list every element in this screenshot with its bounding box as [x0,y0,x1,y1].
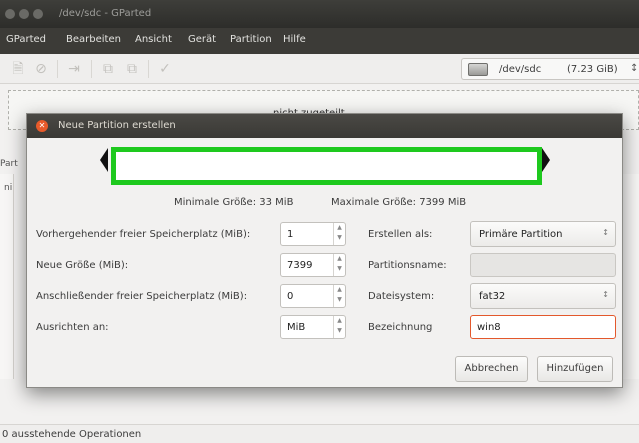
free-before-spinner[interactable]: 1 ▲ ▼ [280,222,346,246]
window-title: /dev/sdc - GParted [59,8,152,19]
spinner-arrows-icon[interactable]: ▲ ▼ [333,254,345,276]
cancel-button[interactable]: Abbrechen [455,356,528,382]
spinner-arrows-icon[interactable]: ▲ ▼ [333,223,345,245]
free-after-label: Anschließender freier Speicherplatz (MiB… [36,291,248,302]
chevron-updown-icon: ↕ [602,290,609,299]
free-after-value: 0 [287,291,294,302]
partition-list-column: ni [4,183,13,193]
free-before-label: Vorhergehender freier Speicherplatz (MiB… [36,229,251,240]
add-button[interactable]: Hinzufügen [537,356,613,382]
toolbar-separator [57,60,58,78]
chevron-updown-icon: ↕ [602,228,609,237]
fs-label-label: Bezeichnung [368,322,433,333]
filesystem-label: Dateisystem: [368,291,435,302]
window-maximize-button[interactable] [33,9,43,19]
device-selector[interactable]: /dev/sdc (7.23 GiB) ↕ [461,58,639,80]
menu-partition[interactable]: Partition [230,34,272,45]
chevron-updown-icon: ↕ [630,63,639,74]
toolbar-separator [91,60,92,78]
window-close-button[interactable] [5,9,15,19]
status-bar: 0 ausstehende Operationen [0,424,639,443]
status-text: 0 ausstehende Operationen [2,429,142,440]
apply-icon[interactable]: ✓ [157,61,173,77]
create-as-label: Erstellen als: [368,229,433,240]
fs-label-field[interactable]: win8 [470,315,616,339]
new-size-value: 7399 [287,260,313,271]
dialog-title: Neue Partition erstellen [58,120,176,131]
menu-gparted[interactable]: GParted [6,34,46,45]
new-size-spinner[interactable]: 7399 ▲ ▼ [280,253,346,277]
close-icon[interactable]: ✕ [36,120,48,132]
new-partition-dialog: ✕ Neue Partition erstellen Minimale Größ… [26,113,623,388]
device-label: /dev/sdc [499,64,542,75]
create-as-value: Primäre Partition [479,229,563,240]
window-minimize-button[interactable] [19,9,29,19]
free-after-spinner[interactable]: 0 ▲ ▼ [280,284,346,308]
resize-left-handle[interactable] [100,148,108,172]
free-before-value: 1 [287,229,294,240]
spinner-arrows-icon[interactable]: ▲ ▼ [333,285,345,307]
partition-name-label: Partitionsname: [368,260,447,271]
align-value: MiB [287,322,306,333]
min-size-label: Minimale Größe: 33 MiB [174,197,294,208]
title-bar: /dev/sdc - GParted [0,0,639,28]
paste-icon[interactable]: ⧉ [124,61,140,77]
delete-icon[interactable]: ⊘ [33,61,49,77]
align-select[interactable]: MiB ▲ ▼ [280,315,346,339]
align-label: Ausrichten an: [36,322,109,333]
filesystem-value: fat32 [479,291,506,302]
new-size-label: Neue Größe (MiB): [36,260,129,271]
dialog-title-bar: ✕ Neue Partition erstellen [27,114,622,138]
menu-edit[interactable]: Bearbeiten [66,34,121,45]
device-size: (7.23 GiB) [567,64,618,75]
filesystem-select[interactable]: fat32 ↕ [470,283,616,309]
partition-name-field[interactable] [470,253,616,277]
resize-icon[interactable]: ⇥ [66,61,82,77]
chevron-updown-icon[interactable]: ▲ ▼ [333,316,345,338]
menu-device[interactable]: Gerät [188,34,216,45]
partition-resizer[interactable] [111,147,542,185]
resize-right-handle[interactable] [542,148,550,172]
copy-icon[interactable]: ⧉ [100,61,116,77]
menu-view[interactable]: Ansicht [135,34,172,45]
fs-label-value: win8 [477,322,501,333]
max-size-label: Maximale Größe: 7399 MiB [331,197,467,208]
partition-list-heading: Part [0,159,18,169]
new-partition-icon[interactable]: 🗎 [10,61,26,77]
disk-icon [468,63,488,76]
menu-help[interactable]: Hilfe [283,34,306,45]
partition-list[interactable] [0,174,14,379]
create-as-select[interactable]: Primäre Partition ↕ [470,221,616,247]
menu-bar: GParted Bearbeiten Ansicht Gerät Partiti… [0,28,639,54]
toolbar-separator [148,60,149,78]
